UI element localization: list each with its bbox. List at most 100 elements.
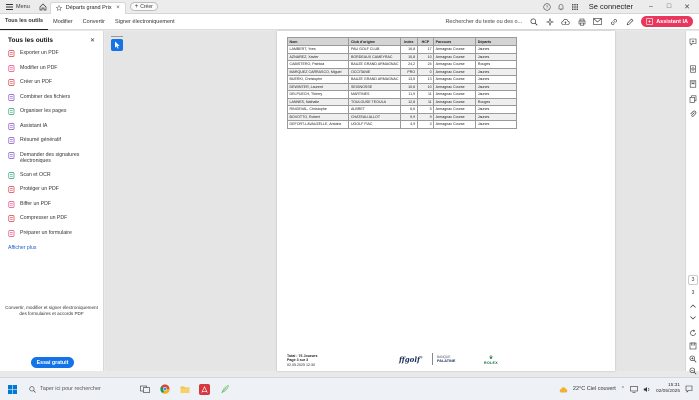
chrome-icon[interactable] [159, 384, 170, 395]
tool-item[interactable]: Protéger un PDF [0, 186, 103, 201]
home-button[interactable] [36, 0, 50, 14]
create-button[interactable]: + Créer [129, 2, 158, 11]
apps-grid-icon[interactable] [571, 3, 579, 11]
star-icon[interactable] [55, 5, 62, 11]
search-icon[interactable] [529, 17, 538, 26]
notification-icon[interactable] [685, 385, 693, 393]
maximize-icon[interactable]: □ [663, 1, 675, 13]
show-more-link[interactable]: Afficher plus [0, 245, 103, 251]
tool-item[interactable]: Organiser les pages [0, 108, 103, 123]
page-up-icon[interactable] [688, 301, 698, 311]
save-icon[interactable] [688, 341, 698, 351]
tool-item[interactable]: Assistant IA [0, 123, 103, 138]
rotate-icon[interactable] [688, 328, 698, 338]
tool-item[interactable]: Compresser un PDF [0, 215, 103, 230]
table-cell: 13 [416, 75, 435, 84]
svg-text:?: ? [546, 4, 549, 9]
table-cell: Jaunes [475, 75, 517, 84]
close-window-icon[interactable]: ✕ [681, 1, 693, 13]
close-panel-icon[interactable]: ✕ [90, 37, 95, 44]
scan-ocr-icon [8, 171, 15, 179]
tool-item[interactable]: Exporter un PDF [0, 50, 103, 65]
email-icon[interactable] [593, 17, 603, 26]
edit-pdf-icon [8, 64, 15, 72]
table-cell: BOVOTTO, Robert [286, 112, 350, 121]
network-icon[interactable] [630, 385, 638, 393]
upload-cloud-icon[interactable] [561, 17, 570, 26]
tool-item[interactable]: Biffer un PDF [0, 201, 103, 216]
tool-item[interactable]: Créer un PDF [0, 79, 103, 94]
ai-sparkle-icon[interactable] [545, 17, 554, 26]
table-cell: 0 [416, 67, 435, 76]
sign-in-link[interactable]: Se connecter [589, 2, 633, 11]
table-cell: 10,6 [399, 82, 418, 91]
tab-edit[interactable]: Modifier [48, 14, 78, 30]
tool-item[interactable]: Demander des signatures électroniques [0, 152, 103, 172]
bookmark-icon[interactable] [688, 79, 698, 89]
home-icon [39, 3, 47, 10]
start-button[interactable] [3, 380, 21, 398]
task-view-icon[interactable] [139, 384, 150, 395]
document-tab[interactable]: Départs grand Prix d... × [49, 1, 126, 14]
search-text-field[interactable]: Rechercher du texte ou des o... [445, 19, 522, 25]
table-cell: CHATEAU ALLOT [348, 112, 401, 121]
menu-button[interactable]: Menu [0, 0, 36, 14]
link-icon[interactable] [609, 17, 618, 26]
table-row: DELPUECH, Thierry MARTINES 11,9 11 Armagnac … [286, 90, 517, 99]
protect-pdf-icon [8, 186, 15, 193]
ai-assistant-button[interactable]: Assistant IA [641, 16, 693, 27]
compress-pdf-icon [8, 215, 15, 222]
taskbar-search[interactable]: Taper ici pour rechercher [25, 382, 133, 396]
table-cell: MARTINES [348, 90, 401, 99]
system-clock[interactable]: 15:31 02/05/2025 [656, 383, 680, 395]
tab-convert[interactable]: Convertir [78, 14, 110, 30]
document-canvas[interactable]: Nom Club d'origine Index HCP Parcours Dé… [105, 31, 685, 371]
select-tool-button[interactable] [111, 39, 123, 51]
table-row: DEWINTER, Laurent SEIGNOSSE 10,6 10 Armagnac… [286, 82, 517, 91]
free-trial-button[interactable]: Essai gratuit [31, 357, 74, 368]
document-tab-label: Départs grand Prix d... [65, 5, 112, 11]
comment-icon[interactable] [688, 37, 698, 47]
tray-chevron-icon[interactable]: ⌃ [621, 386, 625, 392]
tab-e-sign[interactable]: Signer électroniquement [110, 14, 180, 30]
tool-item[interactable]: Résumé génératif [0, 137, 103, 152]
minimize-icon[interactable]: – [645, 1, 657, 13]
weather-text[interactable]: 22°C Ciel couvert [573, 386, 616, 392]
table-cell: Armagnac Course [433, 45, 477, 54]
tool-item-label: Résumé génératif [20, 137, 61, 143]
file-explorer-icon[interactable] [179, 384, 190, 395]
zoom-out-icon[interactable] [688, 366, 698, 376]
tool-item[interactable]: Scan et OCR [0, 172, 103, 187]
bell-icon[interactable] [557, 3, 565, 11]
tool-item[interactable]: Combiner des fichiers [0, 94, 103, 109]
tool-item[interactable]: Modifier un PDF [0, 65, 103, 80]
export-pdf-icon [8, 50, 15, 57]
table-cell: PRO [399, 67, 418, 76]
tool-item[interactable]: Préparer un formulaire [0, 230, 103, 245]
zoom-in-icon[interactable] [688, 354, 698, 364]
attachment-icon[interactable] [688, 109, 698, 119]
current-page-field[interactable]: 3 [688, 275, 698, 285]
copy-pages-icon[interactable] [688, 94, 698, 104]
help-icon[interactable]: ? [543, 2, 551, 11]
tool-item-label: Scan et OCR [20, 171, 51, 178]
volume-icon[interactable] [643, 386, 651, 393]
table-cell: RINGEVAL, Christophe [286, 105, 350, 114]
page-down-icon[interactable] [688, 313, 698, 323]
close-tab-icon[interactable]: × [116, 5, 120, 11]
print-icon[interactable] [577, 17, 586, 26]
organize-pages-icon [8, 108, 15, 115]
tool-item-label: Assistant IA [20, 122, 48, 129]
table-cell: Armagnac Course [433, 112, 477, 121]
app-feather-icon[interactable] [219, 384, 230, 395]
acrobat-pdf-icon[interactable] [199, 383, 210, 395]
tab-all-tools[interactable]: Tous les outils [0, 14, 49, 30]
page-footer: Total : 76 Joueurs Page 3 sur 3 02.05.20… [287, 354, 318, 367]
table-cell: 13,5 [399, 75, 418, 84]
table-cell: SEIGNOSSE [348, 82, 401, 91]
scan-doc-icon[interactable] [688, 64, 698, 74]
sign-pen-icon[interactable] [625, 17, 634, 26]
tool-item-label: Organiser les pages [20, 108, 67, 114]
table-cell: Armagnac Course [433, 90, 477, 99]
table-row: AZNAREZ, Xavier BORDEAUX CAMEYRAC 10,8 10 Ar… [286, 52, 517, 61]
